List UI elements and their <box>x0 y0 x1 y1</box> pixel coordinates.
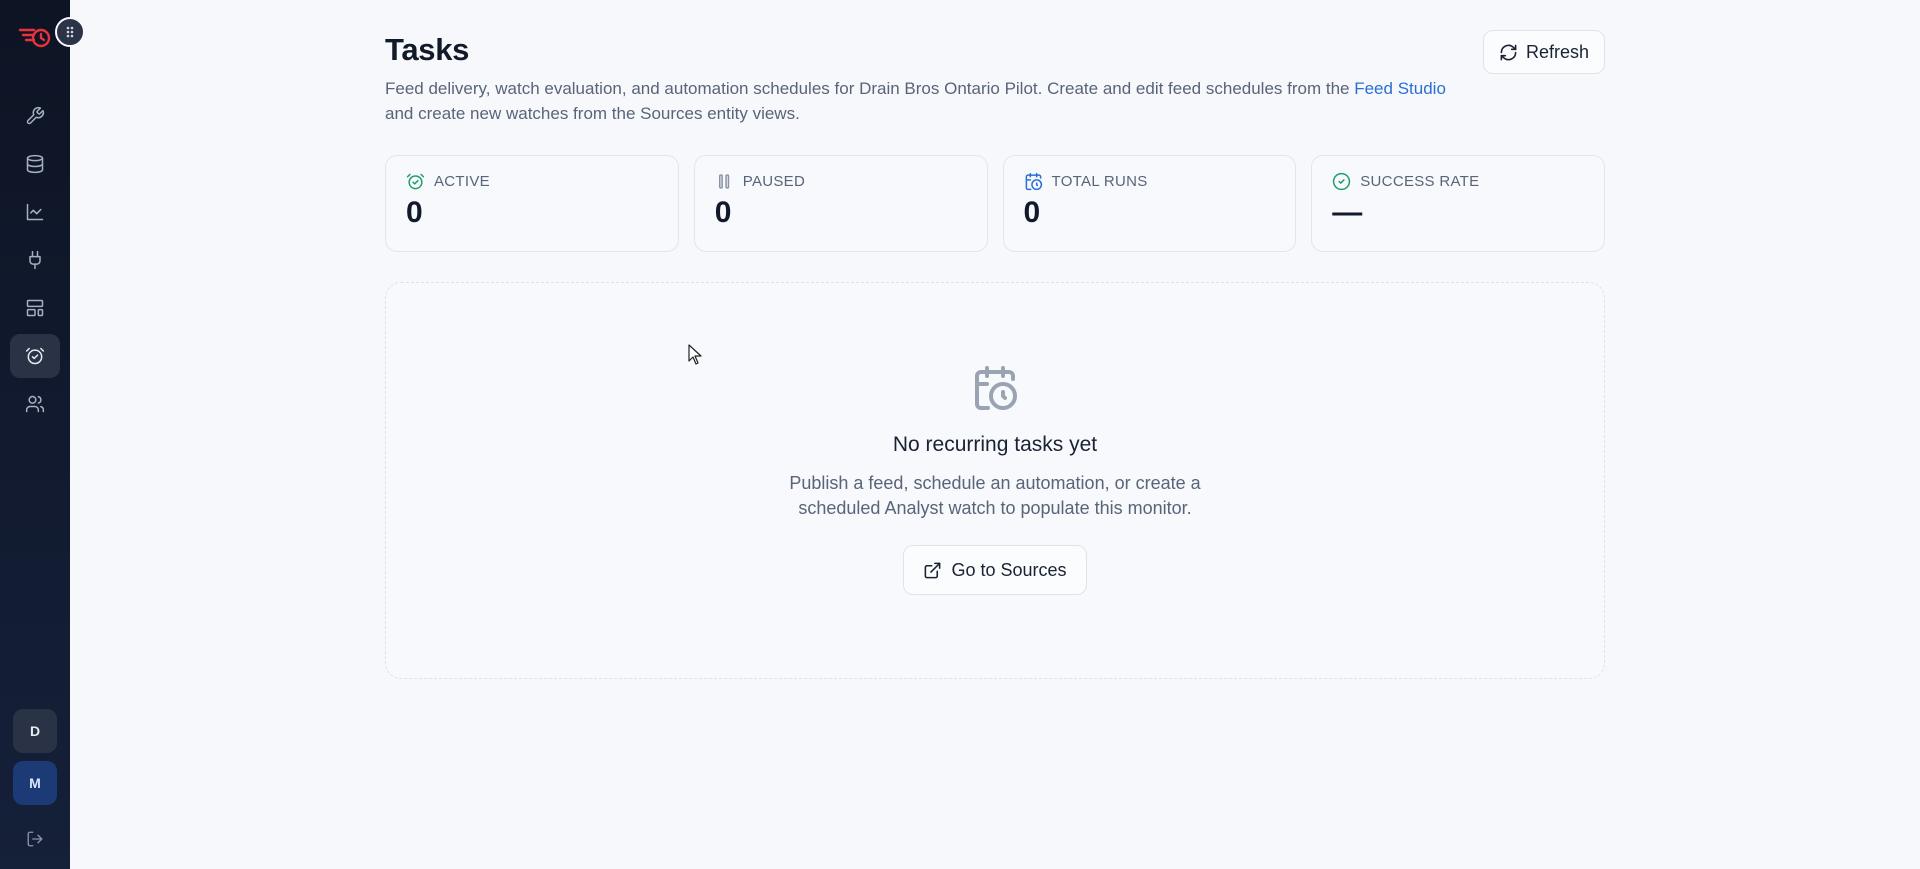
user-avatar-m[interactable]: M <box>13 761 57 805</box>
wrench-icon <box>26 106 45 125</box>
sidebar: D M <box>0 0 70 869</box>
page-description: Feed delivery, watch evaluation, and aut… <box>385 76 1455 126</box>
mouse-cursor-icon <box>688 344 702 365</box>
go-to-sources-button[interactable]: Go to Sources <box>903 545 1087 595</box>
empty-state-panel: No recurring tasks yet Publish a feed, s… <box>385 282 1605 679</box>
sidebar-item-integrations[interactable] <box>10 238 60 282</box>
description-text-before: Feed delivery, watch evaluation, and aut… <box>385 79 1355 98</box>
pause-icon <box>718 174 729 189</box>
logout-icon <box>27 831 43 847</box>
external-link-icon <box>925 562 941 578</box>
grip-icon <box>66 26 74 38</box>
stat-value: 0 <box>406 196 423 229</box>
page-title: Tasks <box>385 32 470 67</box>
sidebar-nav <box>10 92 60 428</box>
alarm-check-icon <box>406 173 425 190</box>
check-circle-icon <box>1333 172 1351 191</box>
alarm-check-icon <box>25 347 45 365</box>
stat-value: 0 <box>1023 196 1041 229</box>
stat-card-success-rate: SUCCESS RATE — <box>1311 155 1605 252</box>
sidebar-bottom: D M <box>0 709 70 869</box>
stat-card-total-runs: TOTAL RUNS 0 <box>1002 155 1297 252</box>
database-icon <box>26 154 44 174</box>
stats-row: ACTIVE 0 PAUSED 0 TOTAL RUNS 0 SUCCESS R… <box>385 155 1605 252</box>
refresh-label: Refresh <box>1525 41 1589 62</box>
plug-icon <box>29 250 41 270</box>
empty-state-text: Publish a feed, schedule an automation, … <box>789 473 1201 518</box>
description-text-after: and create new watches from the Sources … <box>385 104 800 123</box>
stat-label: TOTAL RUNS <box>1051 173 1148 190</box>
sidebar-item-tools[interactable] <box>10 94 60 138</box>
sidebar-item-analytics[interactable] <box>10 190 60 234</box>
sidebar-item-data[interactable] <box>10 142 60 186</box>
stat-card-paused: PAUSED 0 <box>693 155 988 252</box>
users-icon <box>25 395 45 413</box>
stat-label: PAUSED <box>742 173 806 190</box>
refresh-button[interactable]: Refresh <box>1482 30 1605 74</box>
stat-label: SUCCESS RATE <box>1360 173 1480 190</box>
chart-line-icon <box>26 203 44 221</box>
empty-state-title: No recurring tasks yet <box>892 433 1098 456</box>
stat-value: — <box>1332 196 1363 229</box>
stat-label: ACTIVE <box>434 173 490 190</box>
workspace-avatar-d[interactable]: D <box>13 709 57 753</box>
stat-value: 0 <box>714 196 732 229</box>
logo-icon <box>18 28 51 48</box>
sidebar-item-layouts[interactable] <box>10 286 60 330</box>
refresh-icon <box>1500 44 1517 60</box>
stat-card-active: ACTIVE 0 <box>385 155 679 252</box>
calendar-clock-icon <box>971 363 1019 413</box>
feed-studio-link[interactable]: Feed Studio <box>1354 79 1446 98</box>
sidebar-item-users[interactable] <box>10 382 60 426</box>
sidebar-item-tasks[interactable] <box>10 334 60 378</box>
brand-logo[interactable] <box>17 22 53 52</box>
go-to-sources-label: Go to Sources <box>951 559 1067 580</box>
calendar-clock-icon <box>1025 172 1042 191</box>
logout-button[interactable] <box>13 817 57 861</box>
layout-icon <box>26 299 44 317</box>
sidebar-drag-handle[interactable] <box>55 17 85 47</box>
